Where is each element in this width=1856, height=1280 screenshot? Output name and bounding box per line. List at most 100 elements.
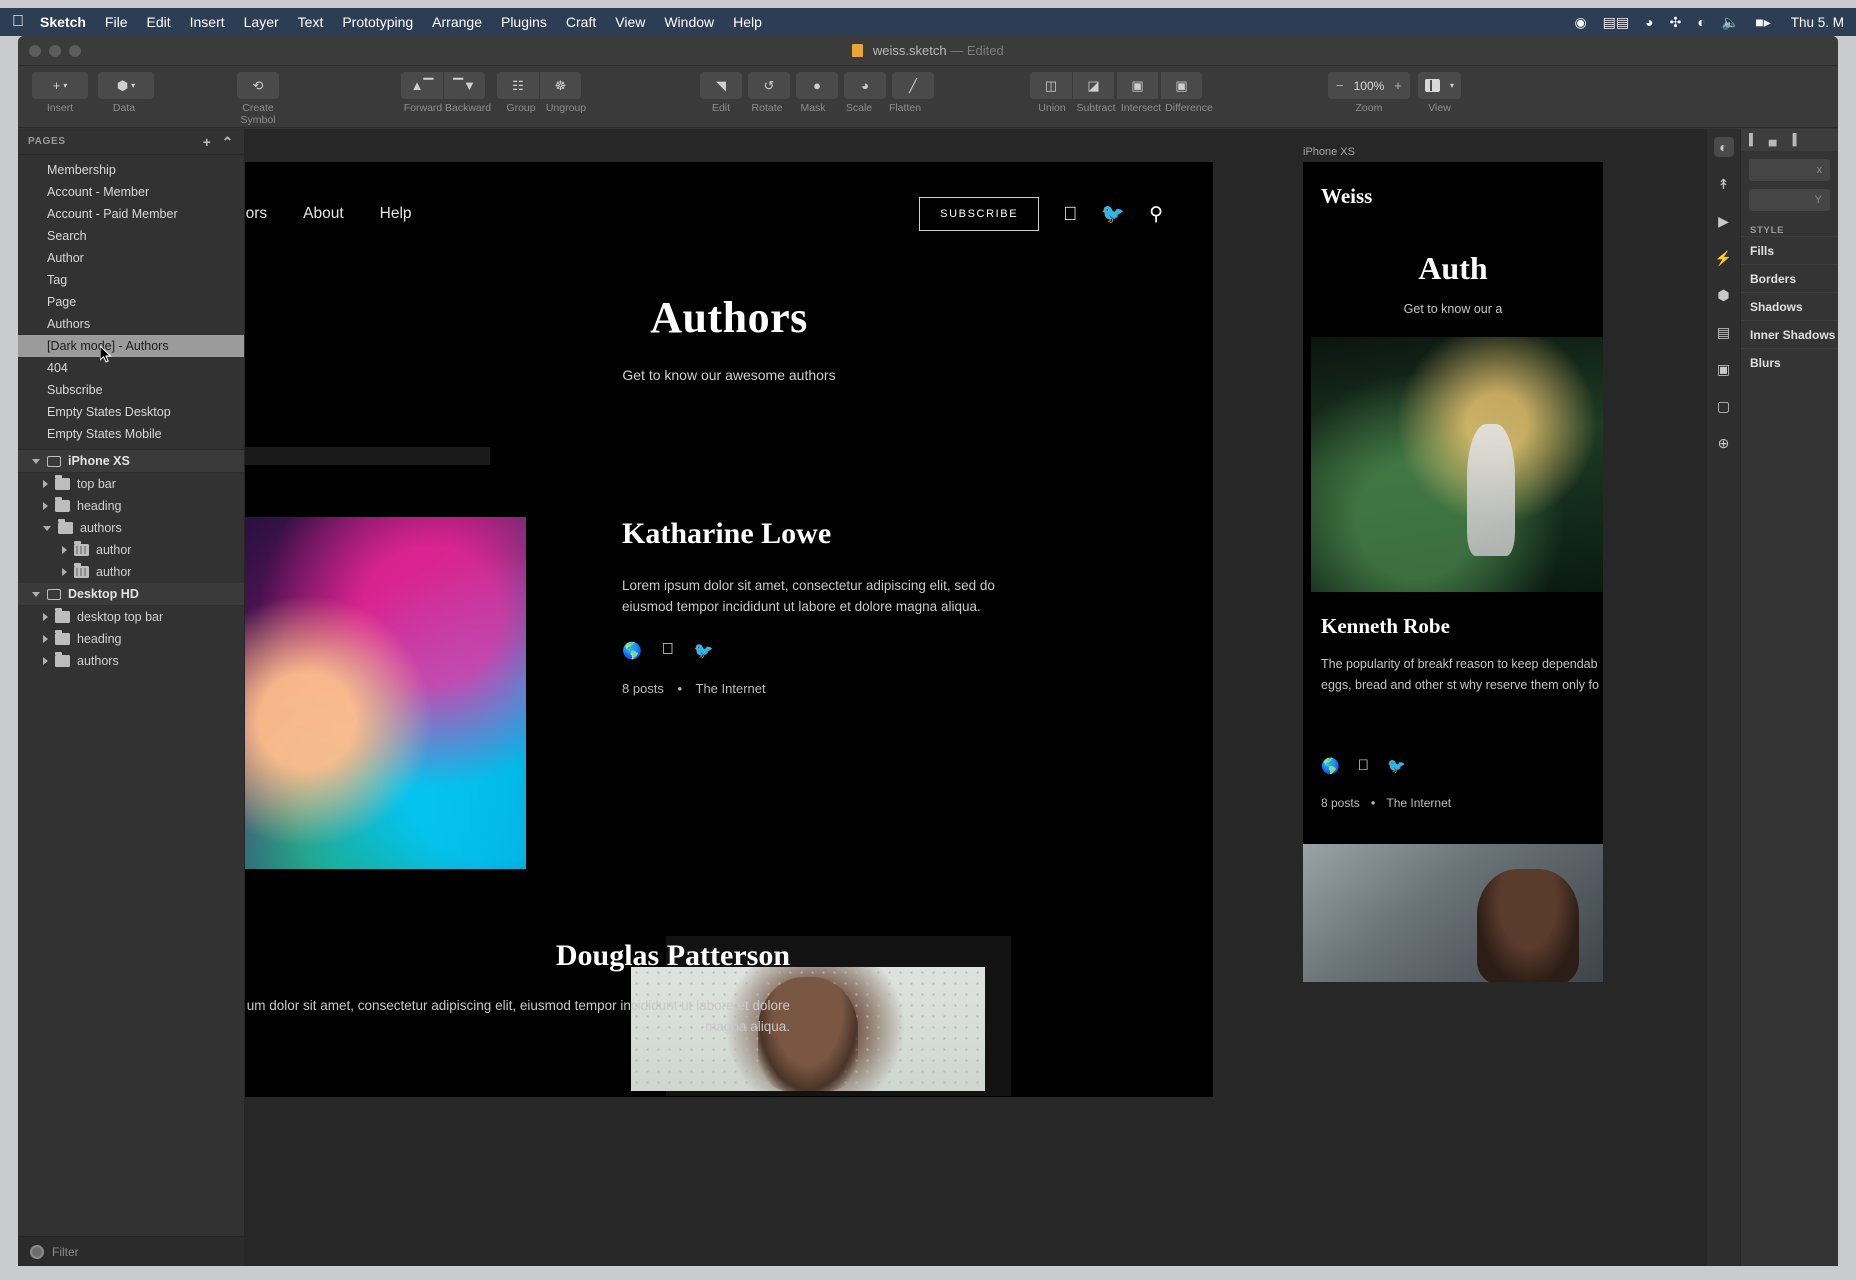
collapse-pages-button[interactable]: ⌃ bbox=[222, 135, 234, 149]
search-icon[interactable]: ⚲ bbox=[1149, 205, 1163, 224]
page-item[interactable]: Account - Member bbox=[18, 181, 244, 203]
view-control[interactable]: ▾ bbox=[1418, 72, 1462, 99]
export-icon[interactable]: ↟ bbox=[1714, 174, 1734, 194]
align-left-icon[interactable]: ▌ bbox=[1749, 134, 1757, 146]
zoom-control[interactable]: − 100% + bbox=[1328, 72, 1410, 99]
page-item[interactable]: Page bbox=[18, 291, 244, 313]
filter-bar[interactable]: Filter bbox=[18, 1236, 244, 1266]
chevron-right-icon[interactable] bbox=[43, 502, 48, 510]
style-row[interactable]: Fills bbox=[1741, 236, 1838, 264]
facebook-icon[interactable]:  bbox=[662, 641, 674, 661]
y-field[interactable]: Y bbox=[1749, 189, 1830, 211]
menu-item-prototyping[interactable]: Prototyping bbox=[342, 14, 413, 30]
page-item[interactable]: Author bbox=[18, 247, 244, 269]
create-symbol-button[interactable]: ⟲ bbox=[237, 72, 279, 99]
twitter-icon[interactable]: 🐦 bbox=[1387, 757, 1406, 775]
page-item[interactable]: Search bbox=[18, 225, 244, 247]
chevron-right-icon[interactable] bbox=[62, 568, 67, 576]
chevron-down-icon[interactable] bbox=[43, 525, 51, 531]
scale-button[interactable]: ◕ bbox=[844, 72, 886, 99]
subscribe-button[interactable]: SUBSCRIBE bbox=[919, 197, 1040, 231]
nav-link-about[interactable]: About bbox=[303, 205, 344, 223]
component-icon[interactable]: ⬢ bbox=[1714, 285, 1734, 305]
union-button[interactable]: ◫ bbox=[1030, 72, 1072, 99]
apple-icon[interactable]:  bbox=[12, 14, 24, 30]
layer-row[interactable]: heading bbox=[18, 495, 244, 517]
page-item[interactable]: Empty States Mobile bbox=[18, 423, 244, 445]
menu-item-craft[interactable]: Craft bbox=[566, 14, 596, 30]
mask-button[interactable]: ● bbox=[796, 72, 838, 99]
add-page-button[interactable]: + bbox=[203, 135, 212, 149]
forward-button[interactable]: ▲▔ bbox=[401, 72, 443, 99]
artboard-label-iphone[interactable]: iPhone XS bbox=[1303, 146, 1355, 158]
backward-button[interactable]: ▔▼ bbox=[443, 72, 485, 99]
close-button[interactable] bbox=[29, 44, 41, 57]
chevron-down-icon[interactable] bbox=[32, 458, 40, 464]
menu-item-help[interactable]: Help bbox=[733, 14, 762, 30]
layer-row[interactable]: heading bbox=[18, 628, 244, 650]
ungroup-button[interactable]: ☸ bbox=[539, 72, 581, 99]
battery-icon[interactable]: ■▸ bbox=[1755, 15, 1770, 29]
menu-item-view[interactable]: View bbox=[615, 14, 645, 30]
image-icon[interactable]: ▢ bbox=[1714, 396, 1734, 416]
page-item[interactable]: 404 bbox=[18, 357, 244, 379]
style-row[interactable]: Inner Shadows bbox=[1741, 320, 1838, 348]
difference-button[interactable]: ▣ bbox=[1160, 72, 1202, 99]
layout-icon[interactable]: ▣ bbox=[1714, 359, 1734, 379]
zoom-out-button[interactable]: − bbox=[1336, 78, 1344, 93]
menu-item-file[interactable]: File bbox=[105, 14, 128, 30]
record-icon[interactable]: ◉ bbox=[1574, 15, 1586, 29]
artboard-row[interactable]: Desktop HD bbox=[18, 583, 244, 606]
lightning-icon[interactable]: ⚡ bbox=[1714, 248, 1734, 268]
page-item[interactable]: Account - Paid Member bbox=[18, 203, 244, 225]
play-icon[interactable]: ▶ bbox=[1714, 211, 1734, 231]
align-right-icon[interactable]: ▐ bbox=[1789, 134, 1797, 146]
chevron-down-icon[interactable]: ▾ bbox=[1450, 81, 1454, 90]
globe-icon[interactable]: 🌎 bbox=[622, 641, 642, 661]
subtract-button[interactable]: ◪ bbox=[1072, 72, 1114, 99]
layer-row[interactable]: authors bbox=[18, 650, 244, 672]
layer-row[interactable]: top bar bbox=[18, 473, 244, 495]
align-center-icon[interactable]: ▄ bbox=[1769, 134, 1777, 146]
zoom-in-button[interactable]: + bbox=[1394, 78, 1402, 93]
layer-row[interactable]: author bbox=[18, 561, 244, 583]
list-icon[interactable]: ▤ bbox=[1714, 322, 1734, 342]
style-row[interactable]: Borders bbox=[1741, 264, 1838, 292]
globe-icon[interactable]: 🌎 bbox=[1321, 757, 1340, 775]
page-item[interactable]: Tag bbox=[18, 269, 244, 291]
data-button[interactable]: ⬢ ▾ bbox=[98, 72, 154, 99]
x-field[interactable]: x bbox=[1749, 159, 1830, 181]
menu-clock[interactable]: Thu 5. M bbox=[1791, 15, 1844, 30]
insert-icon[interactable]: ⊕ bbox=[1714, 433, 1734, 453]
rotate-button[interactable]: ↺ bbox=[748, 72, 790, 99]
menu-item-arrange[interactable]: Arrange bbox=[432, 14, 482, 30]
layer-row[interactable]: author bbox=[18, 539, 244, 561]
chevron-right-icon[interactable] bbox=[43, 613, 48, 621]
contrast-icon[interactable]: ◐ bbox=[1713, 137, 1734, 157]
filter-input[interactable]: Filter bbox=[52, 1245, 79, 1259]
page-item[interactable]: Membership bbox=[18, 159, 244, 181]
dropbox-icon[interactable]: ✣ bbox=[1670, 15, 1682, 29]
flatten-button[interactable]: ╱ bbox=[892, 72, 934, 99]
menu-item-insert[interactable]: Insert bbox=[190, 14, 225, 30]
nav-link-help[interactable]: Help bbox=[380, 205, 412, 223]
style-row[interactable]: Blurs bbox=[1741, 348, 1838, 376]
chevron-right-icon[interactable] bbox=[43, 480, 48, 488]
insert-button[interactable]: + ▾ bbox=[32, 72, 88, 99]
layer-row[interactable]: authors bbox=[18, 517, 244, 539]
clock-icon[interactable]: ◕ bbox=[1645, 15, 1653, 29]
wifi-icon[interactable]: ◐ bbox=[1697, 15, 1705, 29]
intersect-button[interactable]: ▣ bbox=[1116, 72, 1158, 99]
artboard-desktop-hd[interactable]: hors About Help SUBSCRIBE  🐦 ⚲ Authors … bbox=[245, 162, 1213, 1097]
artboard-row[interactable]: iPhone XS bbox=[18, 450, 244, 473]
twitter-icon[interactable]: 🐦 bbox=[694, 641, 714, 661]
canvas[interactable]: hors About Help SUBSCRIBE  🐦 ⚲ Authors … bbox=[245, 129, 1707, 1266]
facebook-icon[interactable]:  bbox=[1358, 757, 1369, 775]
screen-share-icon[interactable]: ▤▤ bbox=[1603, 15, 1629, 29]
menu-item-layer[interactable]: Layer bbox=[244, 14, 279, 30]
edit-button[interactable]: ◥ bbox=[700, 72, 742, 99]
artboard-iphone-xs[interactable]: Weiss Auth Get to know our a Kenneth Rob… bbox=[1303, 162, 1603, 982]
menu-item-plugins[interactable]: Plugins bbox=[501, 14, 547, 30]
twitter-icon[interactable]: 🐦 bbox=[1101, 205, 1125, 224]
volume-icon[interactable]: 🔈 bbox=[1722, 15, 1739, 29]
